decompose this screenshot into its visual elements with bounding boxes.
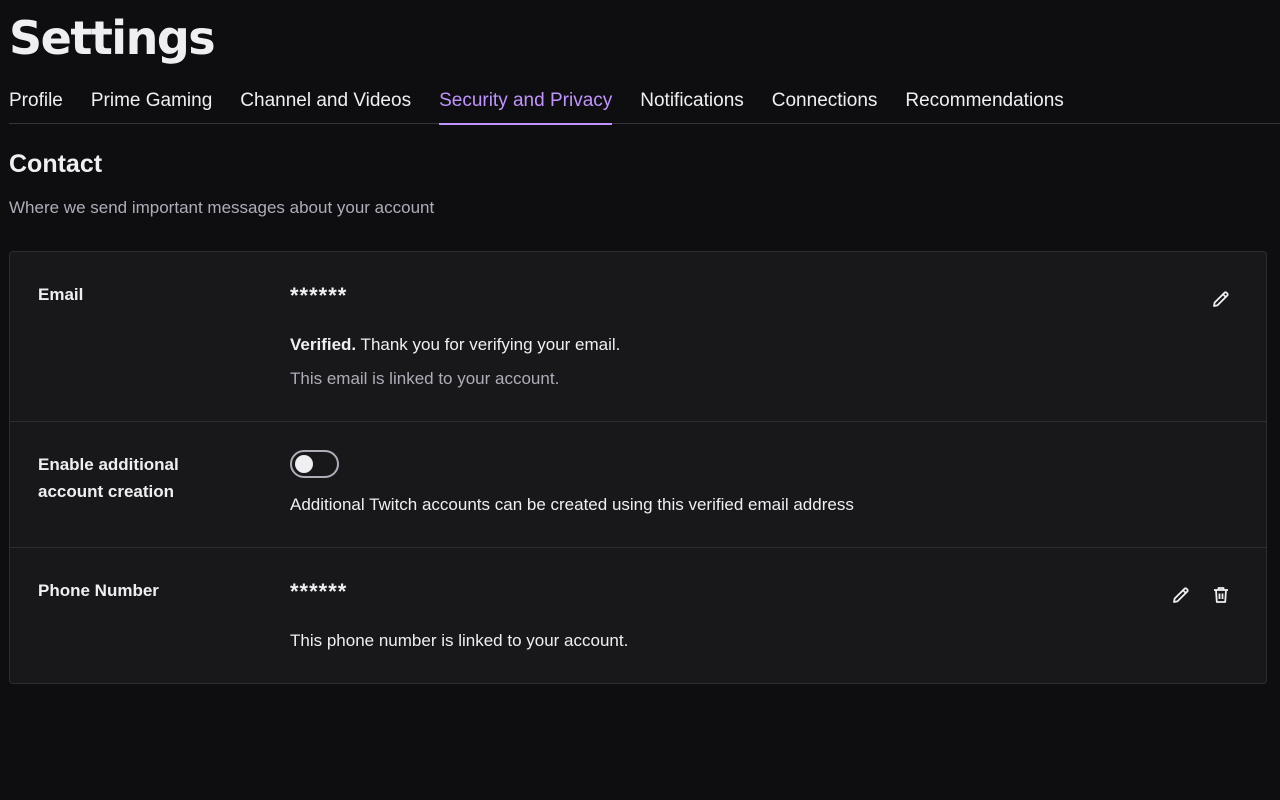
delete-phone-button[interactable] xyxy=(1209,583,1233,607)
additional-account-label-line2: account creation xyxy=(38,482,175,501)
email-value: ****** xyxy=(290,283,348,308)
page-title: Settings xyxy=(9,11,216,65)
edit-email-button[interactable] xyxy=(1209,287,1233,311)
phone-value: ****** xyxy=(290,579,348,604)
section-subtitle: Where we send important messages about y… xyxy=(9,198,435,217)
trash-icon xyxy=(1214,587,1228,603)
tab-notifications[interactable]: Notifications xyxy=(640,84,744,124)
additional-account-row: Enable additional account creation Addit… xyxy=(10,422,1266,548)
edit-phone-button[interactable] xyxy=(1169,583,1193,607)
phone-linked-text: This phone number is linked to your acco… xyxy=(290,631,629,650)
verified-label: Verified. xyxy=(290,335,357,354)
email-label: Email xyxy=(38,285,84,304)
phone-row: Phone Number ****** This phone number is… xyxy=(10,548,1266,685)
verified-message: Thank you for verifying your email. xyxy=(356,335,621,354)
email-row: Email ****** Verified. Thank you for ver… xyxy=(10,252,1266,422)
section-title: Contact xyxy=(9,150,103,178)
email-verified-text: Verified. Thank you for verifying your e… xyxy=(290,335,620,355)
tab-recommendations[interactable]: Recommendations xyxy=(905,84,1063,124)
tab-security-and-privacy[interactable]: Security and Privacy xyxy=(439,84,613,125)
tab-prime-gaming[interactable]: Prime Gaming xyxy=(91,84,212,124)
additional-account-label: Enable additional account creation xyxy=(38,451,179,505)
pencil-icon xyxy=(1173,587,1189,603)
phone-label: Phone Number xyxy=(38,581,159,600)
additional-account-label-line1: Enable additional xyxy=(38,455,179,474)
contact-panel: Email ****** Verified. Thank you for ver… xyxy=(9,251,1267,684)
additional-account-toggle[interactable] xyxy=(290,450,339,478)
pencil-icon xyxy=(1213,291,1229,307)
email-linked-text: This email is linked to your account. xyxy=(290,369,560,388)
additional-account-description: Additional Twitch accounts can be create… xyxy=(290,495,854,514)
settings-tabs: Profile Prime Gaming Channel and Videos … xyxy=(9,84,1280,125)
tab-profile[interactable]: Profile xyxy=(9,84,63,124)
settings-page: Settings Profile Prime Gaming Channel an… xyxy=(0,0,1280,800)
tab-connections[interactable]: Connections xyxy=(772,84,878,124)
tab-channel-and-videos[interactable]: Channel and Videos xyxy=(240,84,411,124)
toggle-knob xyxy=(295,455,313,473)
